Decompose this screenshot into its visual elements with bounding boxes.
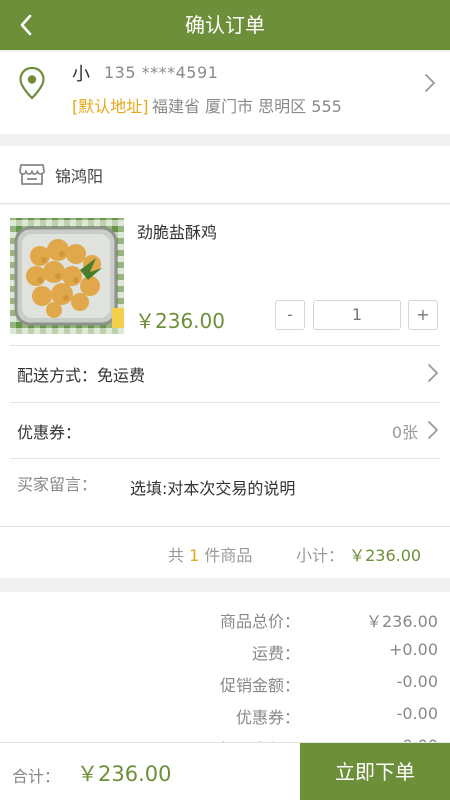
price-row-value: -0.00	[396, 672, 438, 691]
store-icon	[19, 164, 45, 185]
coupon-label: 优惠券：	[17, 423, 82, 442]
page-title: 确认订单	[185, 13, 265, 37]
price-row-label: 优惠券：	[235, 708, 300, 727]
total-amount: ￥236.00	[77, 762, 172, 786]
increase-quantity-button[interactable]: +	[408, 300, 438, 330]
place-order-button[interactable]: 立即下单	[300, 743, 450, 800]
delivery-method-row[interactable]: 配送方式：免运费	[10, 345, 440, 402]
quantity-input[interactable]: 1	[313, 300, 401, 330]
chevron-right-icon	[428, 421, 438, 439]
address-text: 福建省 厦门市 思明区 555	[152, 97, 342, 116]
checkout-bar: 合计： ￥236.00 立即下单	[0, 742, 450, 800]
buyer-note-label: 买家留言：	[17, 475, 98, 494]
coupon-row[interactable]: 优惠券： 0张	[10, 402, 440, 458]
app-header: 确认订单	[0, 0, 450, 50]
item-count-suffix: 件商品	[204, 546, 253, 565]
chevron-right-icon	[425, 74, 435, 92]
total-label: 合计：	[12, 767, 61, 786]
item-count-number: 1	[189, 546, 200, 565]
price-row: 运费： +0.00	[138, 640, 438, 670]
subtotal: 小计： ￥236.00	[296, 542, 421, 566]
price-row-label: 促销金额：	[219, 676, 300, 695]
location-pin-icon	[19, 66, 45, 100]
item-count-prefix: 共	[168, 546, 185, 565]
subtotal-label: 小计：	[296, 546, 345, 565]
shop-name: 锦鸿阳	[55, 167, 104, 186]
subtotal-amount: ￥236.00	[349, 546, 422, 565]
price-row: 优惠券： -0.00	[138, 704, 438, 734]
price-row-value: ￥236.00	[366, 612, 438, 631]
product-name: 劲脆盐酥鸡	[137, 223, 218, 242]
order-summary-line: 共 1 件商品 小计： ￥236.00	[0, 526, 450, 578]
product-image[interactable]	[10, 218, 124, 334]
product-price: ￥236.00	[135, 309, 225, 333]
delivery-method-label: 配送方式：免运费	[17, 366, 146, 385]
recipient-phone: 135 ****4591	[104, 63, 219, 82]
price-row-value: -0.00	[396, 704, 438, 723]
coupon-count: 0张	[391, 423, 418, 442]
buyer-note-input[interactable]: 选填:对本次交易的说明	[130, 475, 295, 499]
shop-header: 锦鸿阳	[0, 146, 450, 204]
price-row-value: +0.00	[388, 640, 438, 659]
recipient-name: 小	[72, 64, 90, 85]
price-row-label: 运费：	[251, 644, 300, 663]
default-address-tag: [默认地址]	[72, 97, 149, 116]
chevron-right-icon	[428, 364, 438, 382]
decrease-quantity-button[interactable]: -	[275, 300, 305, 330]
buyer-note-row: 买家留言： 选填:对本次交易的说明	[10, 458, 440, 526]
price-row-label: 商品总价：	[219, 612, 300, 631]
price-row: 促销金额： -0.00	[138, 672, 438, 702]
price-breakdown: 商品总价： ￥236.00 运费： +0.00 促销金额： -0.00 优惠券：…	[0, 592, 450, 752]
fried-chicken-illustration	[14, 226, 124, 328]
product-item: 劲脆盐酥鸡 ￥236.00 - 1 +	[0, 205, 450, 345]
address-card[interactable]: 小 135 ****4591 [默认地址] 福建省 厦门市 思明区 555	[0, 52, 450, 134]
item-count: 共 1 件商品	[168, 542, 252, 566]
price-row: 商品总价： ￥236.00	[138, 608, 438, 638]
